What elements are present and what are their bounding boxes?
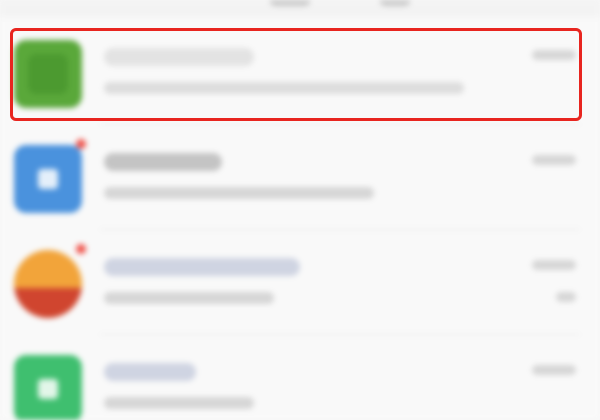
app-icon-orange [14,250,82,318]
list-item[interactable] [0,335,600,420]
app-icon-glyph [38,379,58,399]
list-item-subtitle-blurred [104,397,254,409]
list-item-title-blurred [104,258,300,276]
list-item-time-blurred [532,155,576,165]
list-item-time-blurred [532,260,576,270]
status-indicator [380,0,410,6]
status-indicator [270,0,310,6]
list-item-title-blurred [104,363,196,381]
list-item-subtitle-blurred [104,187,374,199]
list-item-title-blurred [104,153,222,171]
list-item-time-blurred [532,365,576,375]
highlight-box [10,28,582,121]
app-icon-glyph [14,288,82,318]
app-icon-teal [14,355,82,420]
list-item[interactable] [0,230,600,335]
list-item-count-blurred [556,292,576,302]
list-item-subtitle-blurred [104,292,274,304]
unread-badge [76,244,86,254]
unread-badge [76,139,86,149]
top-strip [0,0,600,16]
list-item[interactable] [0,125,600,230]
app-icon-glyph [38,169,58,189]
app-icon-blue [14,145,82,213]
